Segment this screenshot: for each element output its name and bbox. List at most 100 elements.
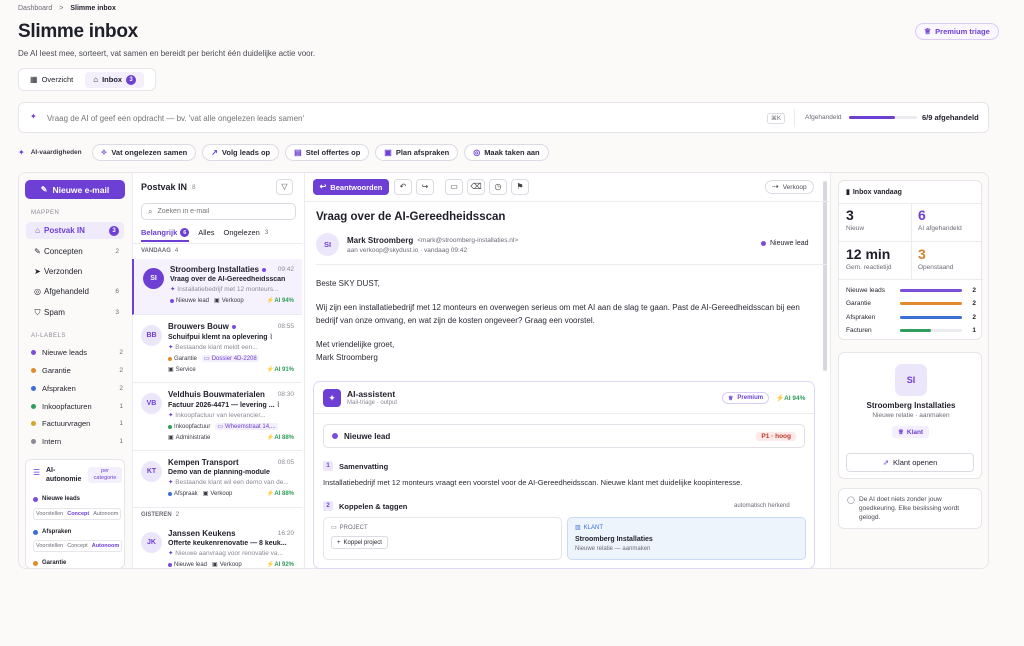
tag-label: Dossier 4D-2208 — [211, 355, 257, 362]
dept-icon: ▣ — [168, 367, 174, 373]
premium-triage-badge[interactable]: ♕ Premium triage — [915, 23, 999, 40]
mail-subject: Offerte keukenrenovatie — 8 keuk... — [168, 540, 287, 547]
tag-label: Administratie — [175, 434, 211, 441]
mail-item-brouwers[interactable]: BB Brouwers Bouw 08:55 Schuifpui klemt n… — [132, 316, 302, 383]
assistant-subtitle: Mail-triage · output — [347, 400, 398, 406]
sidebar-item-afgehandeld[interactable]: ◎ Afgehandeld 6 — [26, 283, 124, 300]
tab-overzicht[interactable]: ▦ Overzicht — [22, 72, 81, 88]
mail-preview: ✦ Inkoopfactuur van leverancier... — [168, 411, 294, 419]
option-voorstellen[interactable]: Voorstellen — [34, 511, 65, 517]
skill-draft-quotes[interactable]: ▤ Stel offertes op — [285, 144, 370, 161]
option-concept[interactable]: Concept — [65, 543, 90, 549]
label-item-garantie[interactable]: Garantie 2 — [31, 366, 123, 375]
snooze-button[interactable]: ◷ — [489, 179, 507, 195]
option-concept[interactable]: Concept — [65, 511, 91, 517]
skill-create-tasks[interactable]: ◎ Maak taken aan — [464, 144, 549, 161]
ai-skills-row: ✦ AI-vaardigheden ✧ Vat ongelezen samen ↗… — [18, 144, 549, 161]
mail-tag: Inkoopfactuur — [168, 424, 210, 430]
option-voorstellen[interactable]: Voorstellen — [34, 543, 65, 549]
contact-card: SI Stroomberg Installaties Nieuwe relati… — [838, 352, 982, 479]
option-autonoom[interactable]: Autonoom — [91, 511, 120, 517]
bar-label: Facturen — [846, 327, 872, 334]
tab-alles[interactable]: Alles — [198, 228, 214, 242]
list-count: 8 — [192, 183, 196, 191]
mail-sender: Brouwers Bouw — [168, 322, 229, 331]
forward-icon: ↪ — [421, 182, 429, 191]
arrow-icon: ↗ — [211, 147, 218, 157]
ai-assistant-card: ✦ AI-assistent Mail-triage · output ♕ Pre… — [313, 381, 815, 569]
inbox-icon: ⌂ — [35, 225, 40, 235]
label-item-factuurvragen[interactable]: Factuurvragen 1 — [31, 419, 123, 428]
label-count: 2 — [119, 385, 123, 392]
option-autonoom[interactable]: Autonoom — [90, 543, 122, 549]
reply-button[interactable]: ↩ Beantwoorden — [313, 179, 389, 195]
progress-label: Afgehandeld — [805, 114, 842, 121]
reader-scrollbar[interactable] — [823, 181, 827, 371]
dept-icon: ▣ — [202, 491, 209, 497]
stat-new-value: 3 — [846, 207, 854, 223]
label-dot — [31, 421, 36, 426]
skill-plan-appointments[interactable]: ▣ Plan afspraken — [375, 144, 459, 161]
department-chip[interactable]: ⇢ Verkoop — [765, 180, 814, 194]
sender-name: Mark Stroomberg — [347, 236, 414, 245]
folder-label: Verzonden — [44, 267, 83, 276]
autonomy-toggle-leads[interactable]: Voorstellen Concept Autonoom — [33, 508, 122, 520]
mail-item-veldhuis[interactable]: VB Veldhuis Bouwmaterialen 08:30 Factuur… — [132, 384, 302, 451]
label-item-afspraken[interactable]: Afspraken 2 — [31, 384, 123, 393]
label-item-intern[interactable]: Intern 1 — [31, 437, 123, 446]
tab-belangrijk[interactable]: Belangrijk 6 — [141, 228, 190, 242]
plus-icon: + — [337, 539, 341, 546]
skill-summarize-unread[interactable]: ✧ Vat ongelezen samen — [91, 144, 197, 161]
folder-label: Spam — [44, 308, 65, 317]
ai-score-value: AI 88% — [274, 435, 294, 441]
folder-label: Concepten — [44, 247, 83, 256]
approval-note-text: De AI doet niets zonder jouw goedkeuring… — [859, 496, 960, 521]
mail-preview: ✦ Bestaande klant meldt een... — [168, 343, 294, 351]
flag-button[interactable]: ⚑ — [511, 179, 529, 195]
sidebar-item-inbox[interactable]: ⌂ Postvak IN 3 — [26, 222, 124, 239]
autonomy-toggle-afspraken[interactable]: Voorstellen Concept Autonoom — [33, 540, 123, 552]
category-dot — [33, 496, 38, 502]
mail-item-janssen[interactable]: JK Janssen Keukens 16:20 Offerte keukenr… — [132, 523, 302, 569]
link-project-button[interactable]: + Koppel project — [331, 536, 388, 549]
calendar-icon: ▣ — [384, 147, 392, 157]
list-header: Postvak IN 8 — [141, 182, 196, 192]
label-name: Afspraken — [42, 384, 76, 393]
label-dot — [31, 404, 36, 409]
step-summary-title: Samenvatting — [339, 462, 389, 471]
tab-ongelezen[interactable]: Ongelezen 3 — [224, 228, 269, 242]
dossier-tag: ▭ Dossier 4D-2208 — [202, 355, 259, 362]
forward-button[interactable]: ↪ — [416, 179, 434, 195]
mail-item-stroomberg[interactable]: SI Stroomberg Installaties 09:42 Vraag o… — [132, 259, 302, 315]
label-item-nieuwe-leads[interactable]: Nieuwe leads 2 — [31, 348, 123, 357]
tag-dot — [168, 424, 172, 429]
tab-inbox[interactable]: ⌂ Inbox 3 — [85, 71, 145, 88]
sidebar-item-spam[interactable]: ⛉ Spam 3 — [26, 304, 124, 321]
bar-value: 2 — [972, 287, 976, 294]
archive-button[interactable]: ▭ — [445, 179, 463, 195]
reply-all-button[interactable]: ↶ — [394, 179, 412, 195]
ai-prompt-input[interactable] — [47, 110, 747, 127]
sidebar-item-verzonden[interactable]: ➤ Verzonden — [26, 263, 124, 280]
check-circle-icon: ◎ — [473, 147, 481, 157]
label-item-inkoopfacturen[interactable]: Inkoopfacturen 1 — [31, 402, 123, 411]
sidebar-item-concepten[interactable]: ✎ Concepten 2 — [26, 243, 124, 260]
body-paragraph: Wij zijn een installatiebedrijf met 12 m… — [316, 303, 800, 325]
breadcrumb-parent[interactable]: Dashboard — [18, 5, 52, 12]
label-dot — [31, 386, 36, 391]
new-email-button[interactable]: ✎ Nieuwe e-mail — [25, 180, 125, 199]
label-name: Factuurvragen — [42, 419, 91, 428]
mail-item-kempen[interactable]: KT Kempen Transport 08:05 Demo van de pl… — [132, 452, 302, 508]
search-input[interactable] — [157, 208, 278, 215]
skill-follow-leads[interactable]: ↗ Volg leads op — [202, 144, 280, 161]
skills-label: AI-vaardigheden — [30, 149, 82, 156]
preview-text: Bestaande klant wil een demo van de... — [175, 479, 289, 486]
ai-score: ⚡AI 88% — [266, 491, 294, 497]
filter-button[interactable]: ▽ — [276, 179, 293, 195]
dept-icon: ▣ — [168, 435, 174, 441]
client-card[interactable]: ▥ KLANT Stroomberg Installaties Nieuwe re… — [567, 517, 806, 560]
delete-button[interactable]: ⌫ — [467, 179, 485, 195]
open-client-button[interactable]: ⇗ Klant openen — [846, 453, 974, 472]
category-dot — [33, 529, 38, 535]
category-dot — [33, 560, 38, 566]
